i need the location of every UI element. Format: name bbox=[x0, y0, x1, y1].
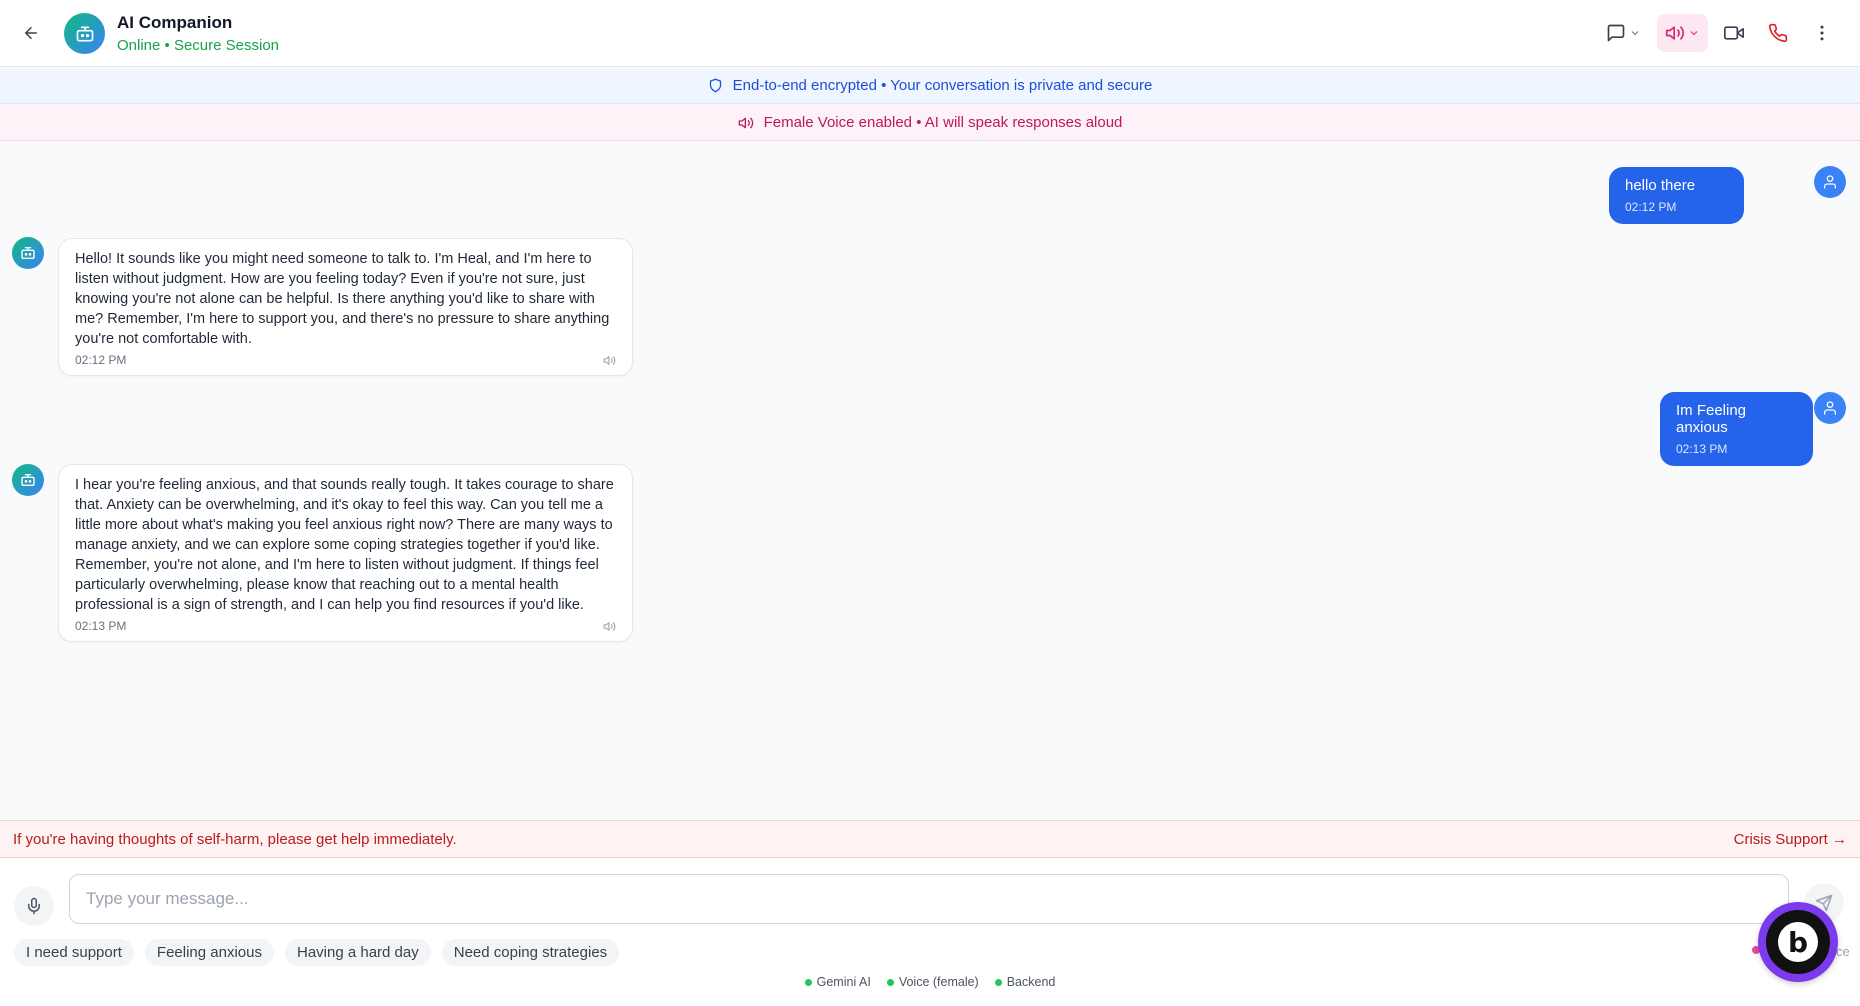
crisis-banner: If you're having thoughts of self-harm, … bbox=[0, 820, 1860, 858]
user-icon bbox=[1824, 401, 1836, 415]
service-status: Gemini AI Voice (female) Backend bbox=[0, 975, 1860, 989]
message-time: 02:13 PM bbox=[1676, 442, 1728, 456]
crisis-text: If you're having thoughts of self-harm, … bbox=[13, 830, 457, 848]
user-message: Im Feeling anxious 02:13 PM bbox=[1660, 392, 1813, 466]
chevron-down-icon bbox=[1631, 31, 1639, 36]
status-item: Gemini AI bbox=[804, 975, 871, 989]
user-avatar bbox=[1814, 166, 1846, 198]
quick-reply-chip[interactable]: Need coping strategies bbox=[441, 939, 620, 966]
user-avatar bbox=[1814, 392, 1846, 424]
user-message: hello there 02:12 PM bbox=[1609, 167, 1744, 224]
session-status: Online • Secure Session bbox=[117, 37, 280, 54]
status-item: Backend bbox=[994, 975, 1056, 989]
shield-icon bbox=[709, 78, 721, 93]
quick-reply-chip[interactable]: I need support bbox=[14, 939, 134, 966]
message-square-icon bbox=[1607, 24, 1625, 42]
more-vertical-icon bbox=[1820, 25, 1824, 41]
status-dot bbox=[804, 978, 812, 986]
status-label: Backend bbox=[1006, 975, 1056, 989]
bot-icon bbox=[21, 247, 35, 259]
voice-banner: Female Voice enabled • AI will speak res… bbox=[0, 105, 1860, 141]
status-label: Voice (female) bbox=[898, 975, 979, 989]
encryption-text: End-to-end encrypted • Your conversation… bbox=[732, 77, 1153, 94]
voice-banner-text: Female Voice enabled • AI will speak res… bbox=[763, 114, 1123, 131]
chat-mode-button[interactable] bbox=[1598, 14, 1649, 52]
assistant-message: Hello! It sounds like you might need som… bbox=[58, 238, 633, 376]
bolt-logo: b bbox=[1778, 922, 1818, 962]
bolt-badge[interactable]: b bbox=[1758, 902, 1838, 982]
video-icon bbox=[1724, 26, 1744, 40]
quick-reply-chip[interactable]: Feeling anxious bbox=[144, 939, 274, 966]
video-call-button[interactable] bbox=[1716, 14, 1752, 52]
chat-header: AI Companion Online • Secure Session bbox=[0, 0, 1860, 67]
message-text: Im Feeling anxious bbox=[1676, 402, 1747, 436]
message-text: Hello! It sounds like you might need som… bbox=[75, 251, 610, 347]
encryption-banner: End-to-end encrypted • Your conversation… bbox=[0, 68, 1860, 104]
chevron-down-icon bbox=[1690, 31, 1698, 36]
status-dot bbox=[994, 978, 1002, 986]
back-button[interactable] bbox=[18, 20, 44, 46]
microphone-button[interactable] bbox=[14, 886, 54, 926]
message-text: I hear you're feeling anxious, and that … bbox=[75, 477, 614, 613]
status-dot bbox=[886, 978, 894, 986]
assistant-avatar bbox=[12, 464, 44, 496]
header-actions bbox=[1598, 14, 1840, 52]
message-time: 02:12 PM bbox=[75, 353, 127, 367]
assistant-avatar bbox=[12, 237, 44, 269]
voice-call-button[interactable] bbox=[1760, 14, 1796, 52]
speaker-icon[interactable] bbox=[603, 620, 616, 633]
partial-label: ce bbox=[1836, 944, 1850, 959]
quick-reply-chip[interactable]: Having a hard day bbox=[284, 939, 431, 966]
bot-icon bbox=[76, 26, 93, 42]
microphone-icon bbox=[28, 897, 40, 915]
message-time: 02:12 PM bbox=[1625, 200, 1677, 214]
assistant-avatar bbox=[64, 13, 105, 54]
page-title: AI Companion bbox=[117, 13, 233, 32]
arrow-left-icon bbox=[25, 27, 37, 39]
phone-icon bbox=[1768, 23, 1788, 43]
status-label: Gemini AI bbox=[816, 975, 871, 989]
more-options-button[interactable] bbox=[1804, 14, 1840, 52]
status-item: Voice (female) bbox=[886, 975, 979, 989]
quick-replies: I need support Feeling anxious Having a … bbox=[14, 939, 620, 966]
speaker-icon[interactable] bbox=[603, 354, 616, 367]
volume-icon bbox=[738, 117, 753, 128]
crisis-support-link[interactable]: Crisis Support → bbox=[1734, 831, 1847, 848]
user-icon bbox=[1824, 175, 1836, 189]
bot-icon bbox=[21, 474, 35, 486]
voice-toggle-button[interactable] bbox=[1657, 14, 1708, 52]
volume-icon bbox=[1665, 26, 1685, 40]
composer: I need support Feeling anxious Having a … bbox=[0, 859, 1860, 1006]
message-text: hello there bbox=[1625, 177, 1696, 194]
bolt-badge-inner: b bbox=[1766, 910, 1830, 974]
message-input[interactable] bbox=[69, 874, 1789, 924]
message-time: 02:13 PM bbox=[75, 619, 127, 633]
assistant-message: I hear you're feeling anxious, and that … bbox=[58, 464, 633, 642]
